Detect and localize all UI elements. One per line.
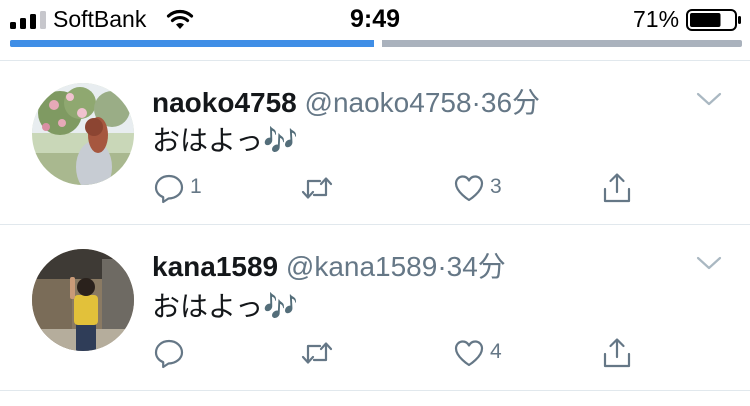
user-handle[interactable]: @naoko4758	[305, 87, 472, 118]
reply-icon	[154, 174, 184, 204]
tweet-divider	[0, 390, 750, 391]
loading-progress-bar	[10, 40, 742, 47]
battery-icon	[686, 9, 741, 31]
share-button[interactable]	[600, 336, 634, 370]
avatar-photo	[32, 249, 134, 351]
display-name[interactable]: kana1589	[152, 251, 278, 282]
avatar-photo	[32, 83, 134, 185]
tweet-text: おはよっ🎶	[152, 125, 299, 156]
tweet[interactable]: kana1589 @kana1589·34分 おはよっ🎶 4	[0, 225, 750, 390]
share-icon	[603, 338, 631, 368]
share-button[interactable]	[600, 171, 634, 205]
battery-percent: 71%	[633, 6, 680, 32]
tweet-time[interactable]: 34分	[447, 251, 506, 282]
retweet-button[interactable]	[300, 336, 340, 370]
chevron-down-icon[interactable]	[694, 253, 724, 273]
reply-button[interactable]: 1	[152, 171, 212, 205]
display-name[interactable]: naoko4758	[152, 87, 297, 118]
share-icon	[603, 173, 631, 203]
tweet-time[interactable]: 36分	[481, 87, 540, 118]
like-count: 3	[490, 175, 502, 198]
reply-icon	[154, 339, 184, 369]
separator-dot: ·	[437, 251, 447, 282]
progress-gap	[374, 40, 382, 47]
status-bar: SoftBank 9:49 71%	[0, 0, 750, 40]
avatar[interactable]	[32, 249, 134, 351]
like-count: 4	[490, 340, 502, 363]
tweet-header: naoko4758 @naoko4758·36分	[152, 81, 540, 121]
retweet-icon	[301, 177, 333, 199]
tweet-text: おはよっ🎶	[152, 291, 299, 322]
reply-button[interactable]	[152, 336, 192, 370]
heart-icon	[454, 175, 484, 202]
user-handle[interactable]: @kana1589	[286, 251, 437, 282]
heart-icon	[454, 340, 484, 367]
progress-fill	[10, 40, 376, 47]
tweet[interactable]: naoko4758 @naoko4758·36分 おはよっ🎶 1 3	[0, 61, 750, 224]
retweet-icon	[301, 342, 333, 364]
like-button[interactable]: 4	[452, 336, 512, 370]
like-button[interactable]: 3	[452, 171, 512, 205]
retweet-button[interactable]	[300, 171, 340, 205]
separator-dot: ·	[471, 87, 481, 118]
chevron-down-icon[interactable]	[694, 89, 724, 109]
avatar[interactable]	[32, 83, 134, 185]
reply-count: 1	[190, 175, 202, 198]
tweet-header: kana1589 @kana1589·34分	[152, 245, 506, 285]
